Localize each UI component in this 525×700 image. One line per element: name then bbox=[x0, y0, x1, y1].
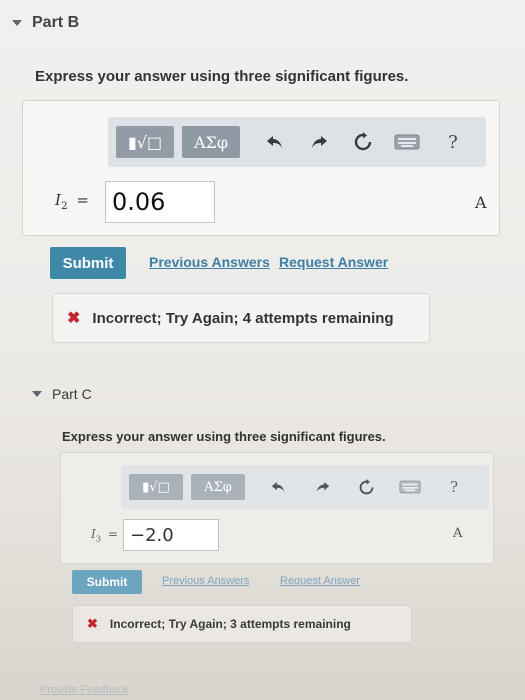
redo-icon[interactable] bbox=[309, 474, 335, 500]
part-c-submit-button[interactable]: Submit bbox=[72, 570, 142, 594]
provide-feedback-link[interactable]: Provide Feedback bbox=[40, 684, 129, 696]
part-c-previous-answers-link[interactable]: Previous Answers bbox=[162, 575, 249, 587]
part-b-answer-box: ▮√□ ΑΣφ ? I2 = 0.06 A bbox=[22, 100, 500, 236]
symbols-button[interactable]: ΑΣφ bbox=[191, 474, 245, 500]
part-c-instructions: Express your answer using three signific… bbox=[62, 429, 386, 444]
collapse-caret-icon[interactable] bbox=[12, 20, 22, 26]
part-b-variable-label: I2 = bbox=[55, 191, 89, 212]
part-b-submit-button[interactable]: Submit bbox=[50, 247, 126, 279]
undo-icon[interactable] bbox=[265, 474, 291, 500]
reset-icon[interactable] bbox=[353, 474, 379, 500]
part-c-toolbar: ▮√□ ΑΣφ ? bbox=[121, 465, 489, 509]
part-b-title: Part B bbox=[32, 14, 80, 31]
collapse-caret-icon[interactable] bbox=[32, 391, 42, 397]
part-c-feedback-text: Incorrect; Try Again; 3 attempts remaini… bbox=[109, 617, 351, 631]
part-c-request-answer-link[interactable]: Request Answer bbox=[280, 575, 360, 587]
reset-icon[interactable] bbox=[348, 126, 378, 158]
part-b-feedback: ✖ Incorrect; Try Again; 4 attempts remai… bbox=[52, 293, 430, 343]
keyboard-icon[interactable] bbox=[390, 126, 424, 158]
symbols-button[interactable]: ΑΣφ bbox=[182, 126, 240, 158]
part-b-toolbar: ▮√□ ΑΣφ ? bbox=[108, 117, 486, 167]
part-c-unit: A bbox=[453, 526, 463, 541]
templates-button[interactable]: ▮√□ bbox=[129, 474, 183, 500]
part-b-answer-input[interactable]: 0.06 bbox=[105, 181, 215, 223]
part-b-instructions: Express your answer using three signific… bbox=[35, 68, 409, 85]
undo-icon[interactable] bbox=[260, 126, 290, 158]
help-button[interactable]: ? bbox=[443, 474, 465, 500]
part-c-answer-box: ▮√□ ΑΣφ ? I3 = −2.0 A bbox=[60, 452, 494, 564]
part-b-header[interactable]: Part B bbox=[12, 14, 79, 32]
part-b-request-answer-link[interactable]: Request Answer bbox=[279, 254, 388, 270]
part-c-feedback: ✖ Incorrect; Try Again; 3 attempts remai… bbox=[72, 605, 412, 643]
keyboard-icon[interactable] bbox=[395, 474, 425, 500]
part-b-feedback-text: Incorrect; Try Again; 4 attempts remaini… bbox=[92, 309, 394, 327]
part-b-unit: A bbox=[475, 193, 487, 212]
redo-icon[interactable] bbox=[304, 126, 334, 158]
part-b-previous-answers-link[interactable]: Previous Answers bbox=[149, 254, 270, 270]
part-c-title: Part C bbox=[52, 386, 92, 402]
part-c-variable-label: I3 = bbox=[91, 527, 118, 544]
incorrect-x-icon: ✖ bbox=[67, 310, 81, 327]
part-c-answer-input[interactable]: −2.0 bbox=[123, 519, 219, 551]
part-c-header[interactable]: Part C bbox=[32, 386, 92, 402]
templates-button[interactable]: ▮√□ bbox=[116, 126, 174, 158]
help-button[interactable]: ? bbox=[440, 126, 466, 158]
incorrect-x-icon: ✖ bbox=[87, 616, 98, 631]
